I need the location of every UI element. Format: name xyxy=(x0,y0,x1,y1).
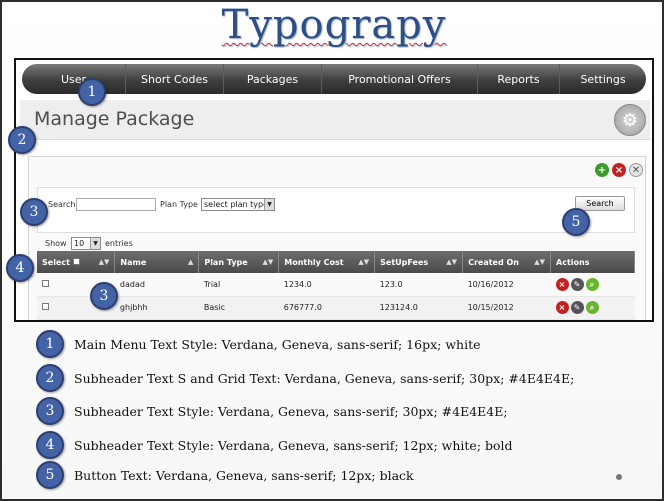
tools-icon[interactable]: ✕ xyxy=(629,163,643,177)
entries-count: 10 xyxy=(74,239,85,248)
legend-text: Subheader Text S and Grid Text: Verdana,… xyxy=(74,370,575,386)
cell-actions: × ✎ ⌕ xyxy=(550,296,635,320)
legend-badge: 5 xyxy=(36,461,64,489)
add-icon[interactable]: + xyxy=(595,163,609,177)
legend-badge: 3 xyxy=(36,397,64,425)
gear-icon[interactable]: ⚙ xyxy=(614,104,646,136)
panel-toolbar: + × ✕ xyxy=(595,163,643,177)
legend-badge: 2 xyxy=(36,364,64,392)
col-monthly-cost[interactable]: Monthly Cost ▲▼ xyxy=(278,251,376,273)
sort-icon: ▲ xyxy=(187,257,194,266)
sort-icon: ▲▼ xyxy=(98,257,110,266)
legend-text: Button Text: Verdana, Geneva, sans-serif… xyxy=(74,467,414,483)
sort-icon: ▲▼ xyxy=(446,257,458,266)
col-setup-fees[interactable]: SetUpFees ▲▼ xyxy=(374,251,464,273)
legend-item-5: 5 Button Text: Verdana, Geneva, sans-ser… xyxy=(36,460,414,490)
slide-dot xyxy=(616,474,622,480)
cell-created-on: 10/15/2012 xyxy=(462,296,551,320)
sort-icon: ▲▼ xyxy=(534,257,546,266)
row-checkbox[interactable] xyxy=(42,303,49,310)
slide-title: Typograpy xyxy=(221,2,447,48)
legend-item-3: 3 Subheader Text Style: Verdana, Geneva,… xyxy=(36,396,508,426)
search-label: Search xyxy=(48,200,76,209)
search-input[interactable] xyxy=(76,198,156,211)
cell-actions: × ✎ ⌕ xyxy=(550,273,635,297)
callout-badge-4: 4 xyxy=(6,254,34,282)
view-icon[interactable]: ⌕ xyxy=(585,277,599,291)
callout-badge-1: 1 xyxy=(78,78,106,106)
package-panel: + × ✕ Search Plan Type select plan type … xyxy=(28,156,646,320)
table-row: ghjbhh Basic 676777.0 123124.0 10/15/201… xyxy=(37,296,635,320)
legend-item-2: 2 Subheader Text S and Grid Text: Verdan… xyxy=(36,363,574,393)
col-name[interactable]: Name ▲ xyxy=(114,251,200,273)
menu-item-short-codes[interactable]: Short Codes xyxy=(126,64,224,94)
delete-icon[interactable]: × xyxy=(555,277,569,291)
legend-item-1: 1 Main Menu Text Style: Verdana, Geneva,… xyxy=(36,329,481,359)
menu-item-user[interactable]: User xyxy=(22,64,126,94)
menu-item-reports[interactable]: Reports xyxy=(478,64,560,94)
sort-icon: ▲▼ xyxy=(358,257,370,266)
view-icon[interactable]: ⌕ xyxy=(585,301,599,314)
col-created-on[interactable]: Created On ▲▼ xyxy=(462,251,552,273)
menu-item-packages[interactable]: Packages xyxy=(224,64,322,94)
plan-type-label: Plan Type xyxy=(160,200,198,209)
plan-type-select[interactable]: select plan type ▼ xyxy=(201,198,275,211)
menu-item-promotional-offers[interactable]: Promotional Offers xyxy=(322,64,478,94)
cell-plan-type: Basic xyxy=(198,296,279,320)
chevron-down-icon: ▼ xyxy=(90,238,100,249)
cell-setup-fees: 123.0 xyxy=(374,273,463,297)
callout-badge-3: 3 xyxy=(20,198,48,226)
delete-icon[interactable]: × xyxy=(555,301,569,314)
col-select[interactable]: Select ▲▼ xyxy=(37,251,116,273)
callout-badge-5: 5 xyxy=(562,208,590,236)
main-menu: User Short Codes Packages Promotional Of… xyxy=(22,64,646,94)
edit-icon[interactable]: ✎ xyxy=(570,277,584,291)
legend-badge: 4 xyxy=(36,431,64,459)
table-row: dadad Trial 1234.0 123.0 10/16/2012 × ✎ ⌕ xyxy=(37,273,635,297)
callout-badge-2: 2 xyxy=(8,126,36,154)
package-table: Select ▲▼ Name ▲ Plan Type ▲▼ Monthly Cost… xyxy=(37,251,635,320)
cell-monthly-cost: 676777.0 xyxy=(278,296,375,320)
subheader: Manage Package ⚙ xyxy=(20,100,650,140)
legend-badge: 1 xyxy=(36,330,64,358)
sort-icon: ▲▼ xyxy=(262,257,274,266)
cell-name: ghjbhh xyxy=(114,296,199,320)
table-header-row: Select ▲▼ Name ▲ Plan Type ▲▼ Monthly Cost… xyxy=(37,251,635,273)
select-all-checkbox[interactable] xyxy=(72,257,80,265)
entries-select[interactable]: 10 ▼ xyxy=(71,237,101,250)
cell-name: dadad xyxy=(114,273,199,297)
legend-text: Main Menu Text Style: Verdana, Geneva, s… xyxy=(74,336,481,352)
search-area: Search Plan Type select plan type ▼ Sear… xyxy=(37,187,635,233)
legend-text: Subheader Text Style: Verdana, Geneva, s… xyxy=(74,403,508,419)
chevron-down-icon: ▼ xyxy=(264,199,274,210)
cell-created-on: 10/16/2012 xyxy=(462,273,551,297)
cell-setup-fees: 123124.0 xyxy=(374,296,463,320)
legend-text: Subheader Text Style: Verdana, Geneva, s… xyxy=(74,437,513,453)
callout-badge-3b: 3 xyxy=(90,282,118,310)
col-actions: Actions xyxy=(550,251,635,273)
delete-icon[interactable]: × xyxy=(612,163,626,177)
menu-item-settings[interactable]: Settings xyxy=(560,64,646,94)
cell-plan-type: Trial xyxy=(198,273,279,297)
cell-monthly-cost: 1234.0 xyxy=(278,273,375,297)
slide: Typograpy User Short Codes Packages Prom… xyxy=(0,0,664,501)
page-title: Manage Package xyxy=(34,108,195,130)
edit-icon[interactable]: ✎ xyxy=(570,301,584,314)
show-label: Show xyxy=(45,239,67,248)
entries-label: entries xyxy=(105,239,133,248)
plan-type-selected: select plan type xyxy=(204,200,268,209)
legend-item-4: 4 Subheader Text Style: Verdana, Geneva,… xyxy=(36,430,513,460)
row-checkbox[interactable] xyxy=(42,279,49,287)
col-plan-type[interactable]: Plan Type ▲▼ xyxy=(198,251,280,273)
